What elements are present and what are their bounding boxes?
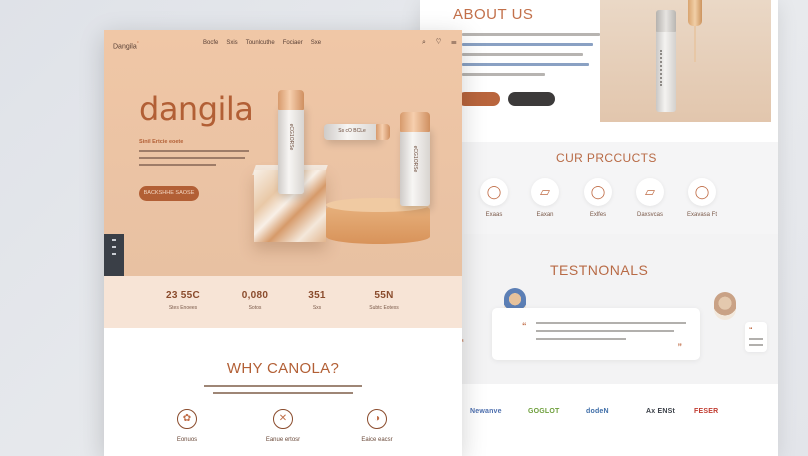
about-section: ABOUT US	[420, 0, 778, 142]
dropper-image	[688, 0, 702, 26]
testimonial-text	[536, 322, 686, 346]
product-tube: Ss cO BCLe	[324, 124, 390, 140]
bottle-icon: ▱	[636, 178, 664, 206]
product-item[interactable]: ▱ Daxsvcas	[628, 178, 672, 218]
testimonial-card: “ ”	[492, 308, 700, 360]
stat-value: 23 55C	[165, 290, 201, 301]
bottle-image	[656, 10, 676, 112]
hero-description	[139, 150, 249, 171]
drop-icon: ◑	[367, 409, 387, 429]
background-page: ABOUT US CUR PRCCUCTS ◯ Exaas ▱ Eaxan ◯ …	[420, 0, 778, 456]
stats-bar: 23 55C Stes Enoees 0,080 Sotos 351 Sxs 5…	[104, 276, 462, 328]
product-label: Eaxan	[536, 212, 554, 218]
products-title: CUR PRCCUCTS	[556, 151, 657, 165]
testimonials-section: TESTNONALS “ ” “ “	[420, 234, 778, 384]
nav-item[interactable]: Tounlcuthe	[246, 40, 275, 46]
product-bottle: eCG1ORSe	[278, 90, 304, 194]
feature-label: Eonuos	[176, 437, 198, 443]
stat-label: Stes Enoees	[168, 305, 198, 311]
feature-label: Eaice eacsr	[361, 437, 393, 443]
why-title: WHY CANOLA?	[226, 360, 340, 377]
stat-value: 0,080	[241, 290, 269, 301]
nav-item[interactable]: Sxe	[311, 40, 321, 46]
partner-logo: dodeN	[586, 408, 609, 415]
main-nav: Bocfe Sxis Tounlcuthe Fociaer Sxe	[203, 40, 321, 46]
leaf-icon: ✿	[177, 409, 197, 429]
product-item[interactable]: ◯ Exavasa Ft	[680, 178, 724, 218]
products-section: CUR PRCCUCTS ◯ Exaas ▱ Eaxan ◯ Exlfes ▱ …	[420, 142, 778, 234]
product-label: Exlfes	[589, 212, 607, 218]
feature-item: ✿ Eonuos	[152, 409, 222, 443]
stat-value: 351	[308, 290, 326, 301]
nav-item[interactable]: Fociaer	[283, 40, 303, 46]
partner-logo: GOGLOT	[528, 408, 560, 415]
product-item[interactable]: ◯ Exaas	[472, 178, 516, 218]
about-secondary-button[interactable]	[508, 92, 555, 106]
stat-value: 55N	[374, 290, 394, 301]
avatar	[714, 292, 736, 320]
partner-logo: Ax ENSt	[646, 408, 676, 415]
about-product-image	[600, 0, 771, 122]
product-label: Exaas	[485, 212, 503, 218]
landing-page: Dangila° Bocfe Sxis Tounlcuthe Fociaer S…	[104, 30, 462, 456]
tube-icon: ◯	[584, 178, 612, 206]
partner-logo: Newanve	[470, 408, 502, 415]
hero-section: Dangila° Bocfe Sxis Tounlcuthe Fociaer S…	[104, 30, 462, 276]
bottle-icon: ◯	[480, 178, 508, 206]
nav-icons[interactable]: ⌕ ♡ ☰	[422, 39, 460, 47]
testimonial-card: “	[745, 322, 767, 352]
why-section: WHY CANOLA? ✿ Eonuos ✕ Eanue ertosr ◑ Ea…	[104, 328, 462, 456]
hero-brand-title: dangila	[139, 90, 254, 128]
hero-cta-button[interactable]: BACKSHHE SAOSE	[139, 186, 199, 201]
about-text	[462, 33, 600, 83]
product-item[interactable]: ◯ Exlfes	[576, 178, 620, 218]
hero-subtitle: Sinil Ertcie eoete	[139, 139, 184, 145]
stat-item: 0,080 Sotos	[222, 290, 288, 311]
quote-open-icon: “	[522, 321, 527, 331]
dropper-icon: ◯	[688, 178, 716, 206]
partner-logo: FESER	[694, 408, 719, 415]
stat-label: Subtc Eotexs	[369, 305, 399, 311]
stat-label: Sotos	[248, 305, 262, 311]
testimonials-title: TESTNONALS	[550, 262, 649, 278]
stat-item: 351 Sxs	[284, 290, 350, 311]
feature-item: ◑ Eaice eacsr	[342, 409, 412, 443]
product-label: Daxsvcas	[636, 212, 663, 218]
stat-item: 55N Subtc Eotexs	[351, 290, 417, 311]
feature-item: ✕ Eanue ertosr	[248, 409, 318, 443]
why-description	[204, 385, 362, 399]
about-title: ABOUT US	[453, 6, 534, 23]
nav-item[interactable]: Sxis	[226, 40, 237, 46]
site-logo[interactable]: Dangila°	[113, 41, 139, 50]
feature-label: Eanue ertosr	[265, 437, 301, 443]
stat-label: Sxs	[312, 305, 322, 311]
product-bottle: eCG1ORSe	[400, 112, 430, 206]
about-primary-button[interactable]	[458, 92, 500, 106]
partner-logos: Newanve GOGLOT dodeN Ax ENSt FESER	[420, 384, 778, 456]
nav-item[interactable]: Bocfe	[203, 40, 218, 46]
quote-close-icon: ”	[677, 342, 683, 352]
product-label: Exavasa Ft	[686, 212, 717, 218]
quote-open-icon: “	[749, 327, 753, 334]
stat-item: 23 55C Stes Enoees	[150, 290, 216, 311]
no-cruelty-icon: ✕	[273, 409, 293, 429]
jar-icon: ▱	[531, 178, 559, 206]
product-item[interactable]: ▱ Eaxan	[523, 178, 567, 218]
scroll-tab[interactable]	[104, 234, 124, 276]
